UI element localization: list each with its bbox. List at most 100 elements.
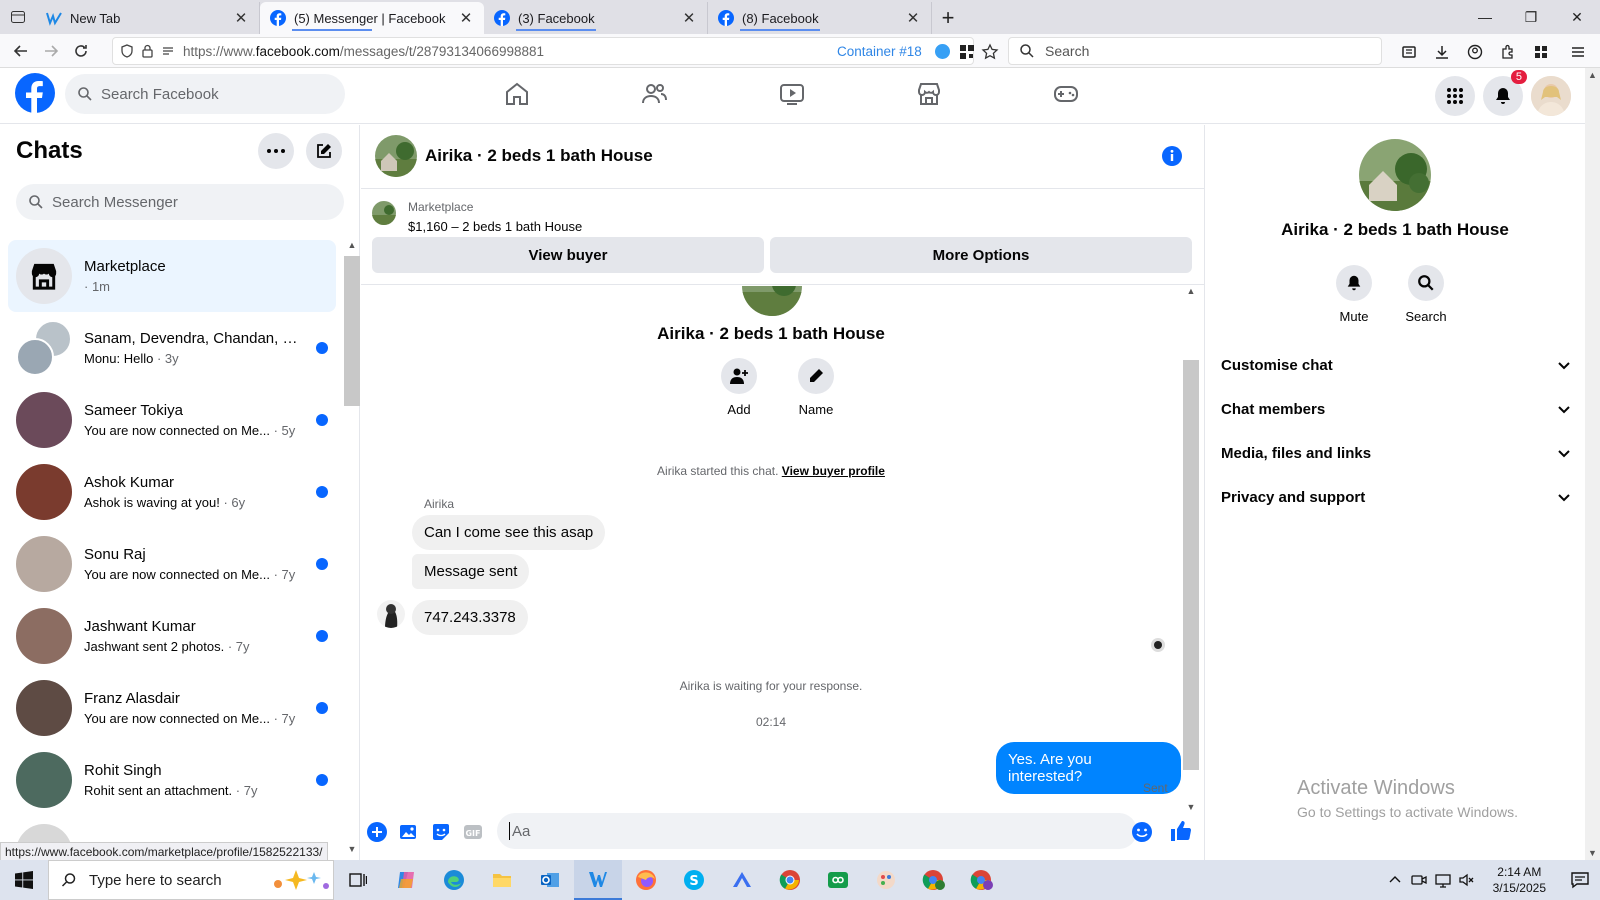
- chats-options-button[interactable]: [258, 133, 294, 169]
- chat-item[interactable]: Marketplace · 1m: [8, 240, 336, 312]
- message-input[interactable]: Aa: [497, 813, 1137, 849]
- media-files-links-section[interactable]: Media, files and links: [1221, 433, 1571, 473]
- taskbar-edge[interactable]: [430, 860, 478, 900]
- container-label[interactable]: Container #18: [837, 44, 922, 59]
- chat-item[interactable]: Sonu Raj You are now connected on Me... ·…: [8, 528, 336, 600]
- reload-button[interactable]: [66, 36, 96, 66]
- browser-search-bar[interactable]: Search: [1008, 37, 1382, 65]
- bookmark-star-icon[interactable]: [981, 43, 999, 61]
- taskbar-arc[interactable]: [718, 860, 766, 900]
- view-buyer-profile-link[interactable]: View buyer profile: [782, 464, 885, 478]
- photo-icon[interactable]: [399, 822, 419, 842]
- chat-item[interactable]: Rohit Singh Rohit sent an attachment. · 7…: [8, 744, 336, 816]
- network-button[interactable]: [1431, 860, 1455, 900]
- tab-close-button[interactable]: ✕: [681, 9, 697, 27]
- browser-tab-3[interactable]: (3) Facebook ✕: [484, 2, 708, 34]
- tab-close-button[interactable]: ✕: [233, 9, 249, 27]
- taskbar-chrome-profile-r[interactable]: [958, 860, 1006, 900]
- plus-circle-icon[interactable]: [367, 822, 387, 842]
- volume-button[interactable]: [1455, 860, 1479, 900]
- message-bubble-3[interactable]: 747.243.3378: [412, 600, 528, 635]
- facebook-search-input[interactable]: Search Facebook: [65, 74, 345, 114]
- taskbar-chrome[interactable]: [766, 860, 814, 900]
- url-bar[interactable]: https://www.facebook.com/messages/t/2879…: [112, 37, 999, 65]
- taskbar-green-app[interactable]: [814, 860, 862, 900]
- minimize-button[interactable]: —: [1462, 0, 1508, 34]
- qr-code-icon[interactable]: [959, 44, 975, 60]
- menu-grid-button[interactable]: [1435, 76, 1475, 116]
- taskbar-active-app[interactable]: [574, 860, 622, 900]
- tab-list-button[interactable]: [0, 0, 36, 34]
- restore-button[interactable]: ❐: [1508, 0, 1554, 34]
- nav-marketplace[interactable]: [915, 80, 943, 108]
- tab-close-button[interactable]: ✕: [458, 9, 474, 27]
- extensions-button[interactable]: [1491, 37, 1524, 67]
- conversation-avatar[interactable]: [375, 135, 417, 177]
- info-icon[interactable]: [1161, 145, 1183, 167]
- scrollbar-thumb[interactable]: [344, 256, 360, 406]
- forward-button[interactable]: [36, 36, 66, 66]
- meet-now-button[interactable]: [1407, 860, 1431, 900]
- chat-info-avatar[interactable]: [1359, 139, 1431, 211]
- customise-chat-section[interactable]: Customise chat: [1221, 345, 1571, 385]
- facebook-logo[interactable]: [15, 73, 55, 113]
- more-options-button[interactable]: More Options: [770, 237, 1192, 273]
- browser-tab-1[interactable]: New Tab ✕: [36, 2, 260, 34]
- close-window-button[interactable]: ✕: [1554, 0, 1600, 34]
- new-message-button[interactable]: [306, 133, 342, 169]
- taskbar-skype[interactable]: S: [670, 860, 718, 900]
- page-scrollbar[interactable]: ▲ ▼: [1585, 68, 1600, 860]
- taskbar-outlook[interactable]: [526, 860, 574, 900]
- sticker-icon[interactable]: [431, 822, 451, 842]
- show-hidden-icons-button[interactable]: [1383, 860, 1407, 900]
- task-view-button[interactable]: [334, 860, 382, 900]
- notifications-button[interactable]: 5: [1483, 70, 1527, 116]
- chat-item[interactable]: Jashwant Kumar Jashwant sent 2 photos. · …: [8, 600, 336, 672]
- privacy-support-section[interactable]: Privacy and support: [1221, 477, 1571, 517]
- account-button[interactable]: [1458, 37, 1491, 67]
- chat-item[interactable]: Ashok Kumar Ashok is waving at you! · 6y: [8, 456, 336, 528]
- listing-thumbnail[interactable]: [372, 201, 396, 225]
- taskbar-firefox[interactable]: [622, 860, 670, 900]
- view-buyer-button[interactable]: View buyer: [372, 237, 764, 273]
- mute-button[interactable]: Mute: [1319, 265, 1389, 324]
- thread-scrollbar[interactable]: ▲ ▼: [1183, 286, 1199, 812]
- taskbar-clock[interactable]: 2:14 AM 3/15/2025: [1493, 864, 1546, 896]
- chat-item[interactable]: Franz Alasdair You are now connected on M…: [8, 672, 336, 744]
- chat-item[interactable]: Sameer Tokiya You are now connected on Me…: [8, 384, 336, 456]
- thumbs-up-icon[interactable]: [1169, 819, 1193, 843]
- sender-avatar[interactable]: [377, 600, 405, 628]
- back-button[interactable]: [6, 36, 36, 66]
- nav-home[interactable]: [503, 80, 531, 108]
- taskbar-chrome-profile-gm[interactable]: [910, 860, 958, 900]
- browser-tab-4[interactable]: (8) Facebook ✕: [708, 2, 932, 34]
- nav-gaming[interactable]: [1052, 80, 1080, 108]
- nav-video[interactable]: [778, 80, 806, 108]
- tab-close-button[interactable]: ✕: [905, 9, 921, 27]
- menu-button[interactable]: [1561, 37, 1594, 67]
- gif-icon[interactable]: GIF: [463, 822, 483, 842]
- new-tab-button[interactable]: +: [932, 2, 964, 34]
- profile-avatar[interactable]: [1531, 76, 1571, 116]
- browser-tab-2[interactable]: (5) Messenger | Facebook ✕: [260, 2, 484, 34]
- chat-list-scrollbar[interactable]: ▲ ▼: [344, 240, 360, 854]
- emoji-icon[interactable]: [1131, 821, 1153, 843]
- notification-center-button[interactable]: [1560, 860, 1600, 900]
- message-bubble-2[interactable]: Message sent: [412, 554, 530, 589]
- downloads-button[interactable]: [1425, 37, 1458, 67]
- thread-scrollbar-thumb[interactable]: [1183, 360, 1199, 770]
- start-button[interactable]: [0, 860, 48, 900]
- apps-button[interactable]: [1524, 37, 1557, 67]
- search-in-chat-button[interactable]: Search: [1391, 265, 1461, 324]
- messenger-search-input[interactable]: Search Messenger: [16, 184, 344, 220]
- edit-name-button[interactable]: Name: [791, 358, 841, 417]
- taskbar-copilot[interactable]: [382, 860, 430, 900]
- reader-view-button[interactable]: [1392, 37, 1425, 67]
- taskbar-search-input[interactable]: Type here to search: [48, 860, 334, 900]
- chat-members-section[interactable]: Chat members: [1221, 389, 1571, 429]
- add-people-button[interactable]: Add: [719, 358, 759, 417]
- chat-item[interactable]: Sanam, Devendra, Chandan, R... Monu: Hell…: [8, 312, 336, 384]
- nav-friends[interactable]: [640, 80, 668, 108]
- taskbar-file-explorer[interactable]: [478, 860, 526, 900]
- taskbar-paint-app[interactable]: [862, 860, 910, 900]
